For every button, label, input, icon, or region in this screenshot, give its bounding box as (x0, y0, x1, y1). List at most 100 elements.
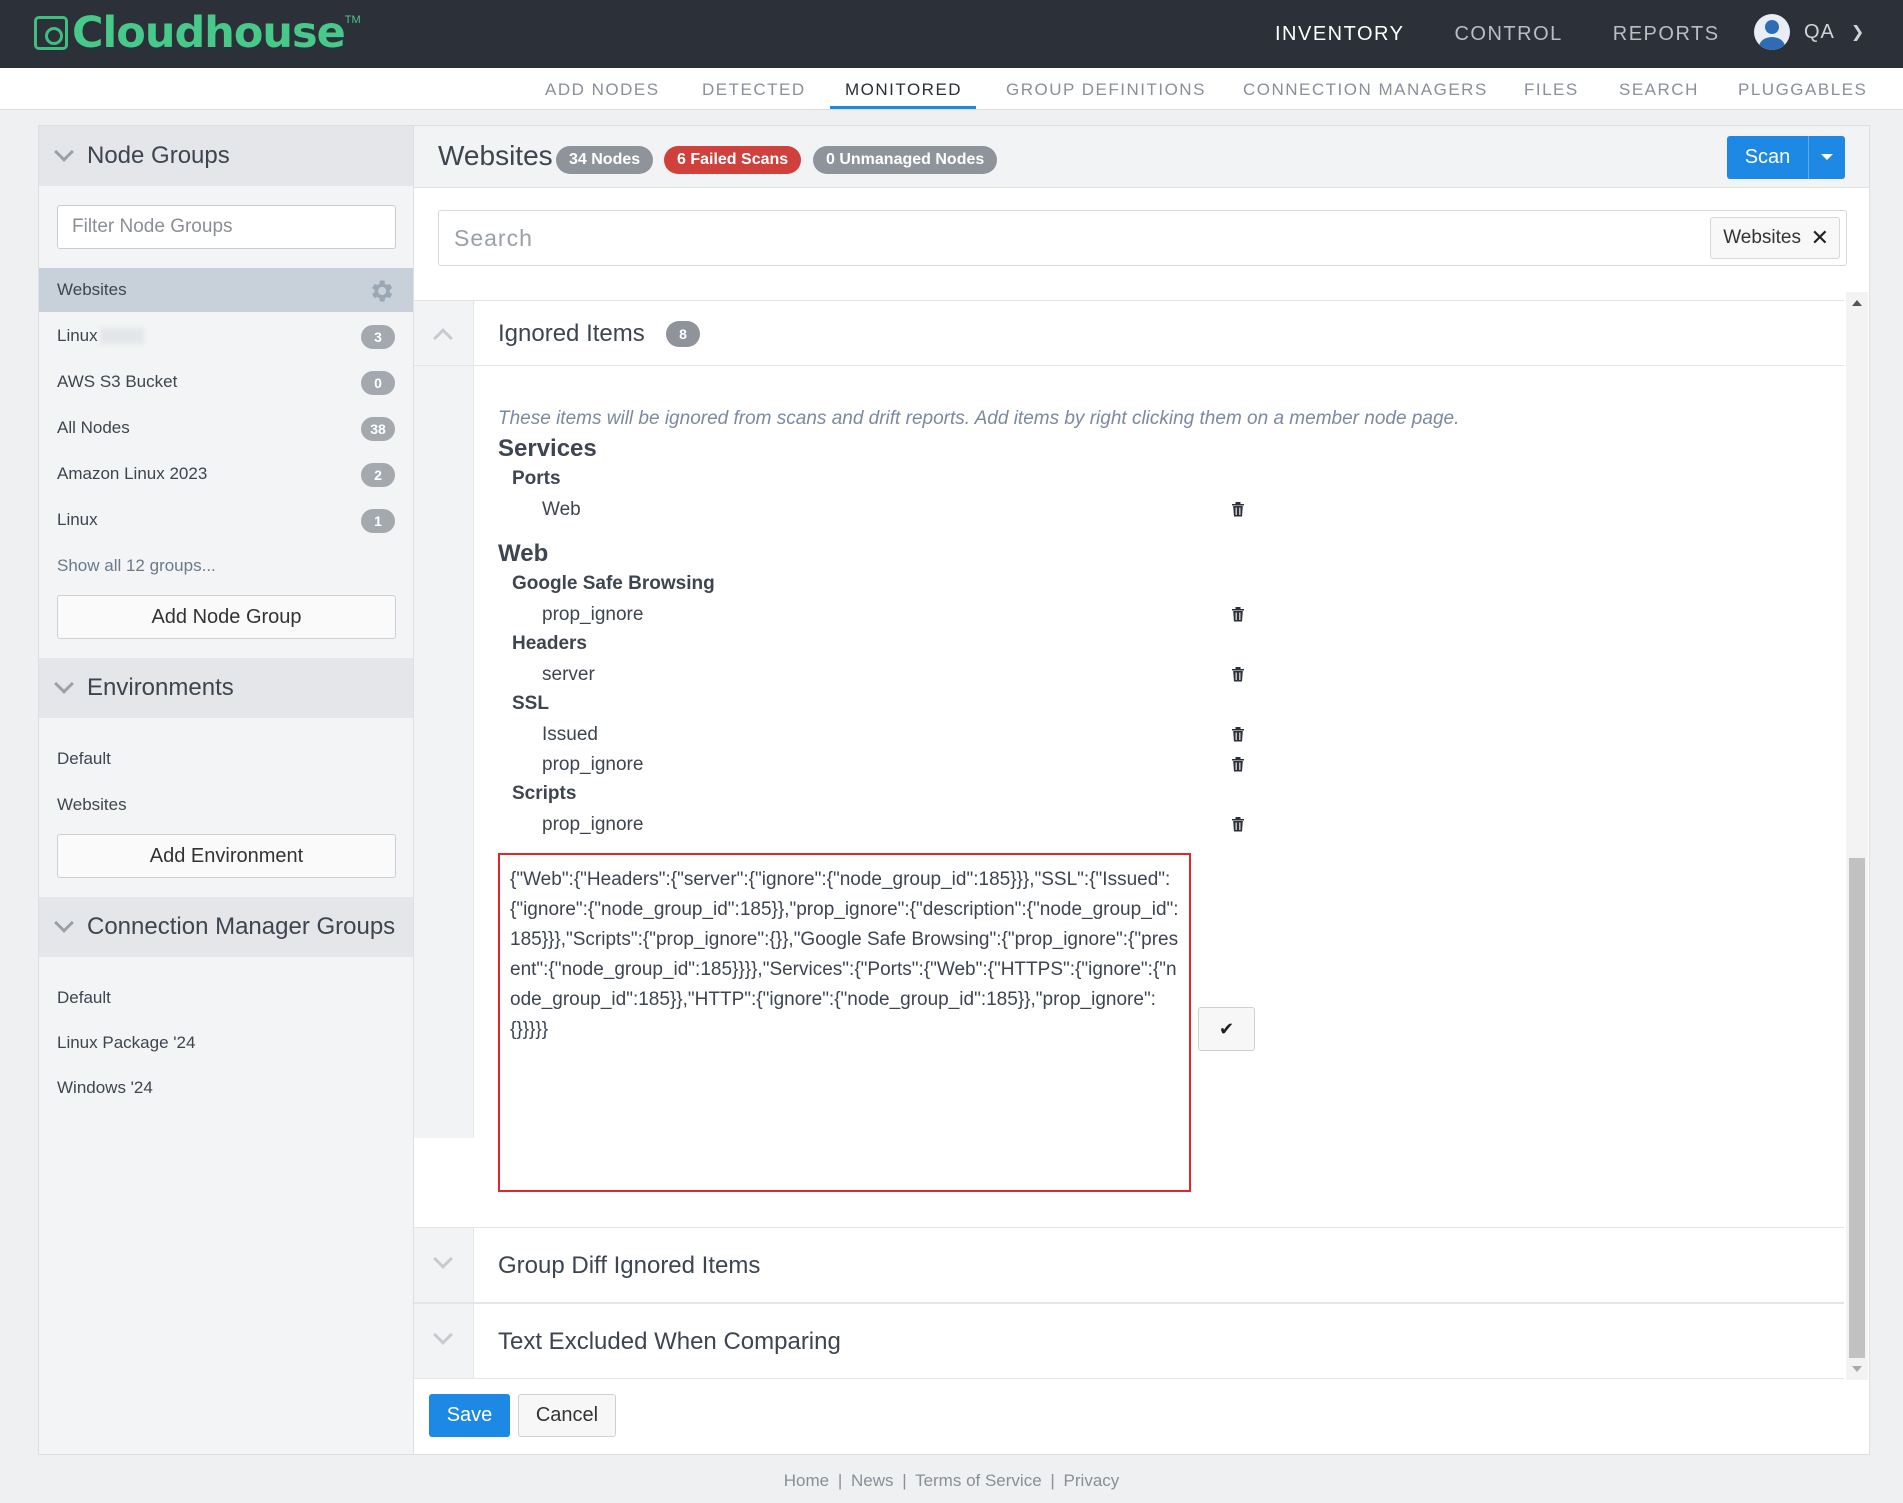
node-group-aws-s3-bucket[interactable]: AWS S3 Bucket 0 (39, 360, 413, 404)
trash-icon[interactable] (1231, 501, 1245, 517)
trash-icon[interactable] (1231, 666, 1245, 682)
nav-reports[interactable]: REPORTS (1613, 23, 1720, 46)
subnav-files[interactable]: FILES (1524, 80, 1579, 100)
trash-icon[interactable] (1231, 606, 1245, 622)
search-input[interactable] (440, 212, 1640, 264)
unmanaged-nodes-badge[interactable]: 0 Unmanaged Nodes (813, 146, 998, 174)
ignored-item-issued[interactable]: Issued (542, 724, 598, 746)
node-group-all-nodes[interactable]: All Nodes 38 (39, 406, 413, 450)
ignored-item-prop-ignore[interactable]: prop_ignore (542, 754, 643, 776)
ignored-items-header[interactable]: Ignored Items 8 (414, 300, 1844, 366)
node-group-label: Websites (57, 280, 127, 299)
filter-node-groups-input[interactable] (57, 205, 396, 249)
subnav-pluggables[interactable]: PLUGGABLES (1738, 80, 1867, 100)
node-count-badge: 2 (361, 463, 395, 487)
subnav-monitored[interactable]: MONITORED (845, 80, 962, 100)
search-filter-tag-label: Websites (1723, 227, 1801, 248)
subnav-detected[interactable]: DETECTED (702, 80, 806, 100)
ignored-item-prop-ignore[interactable]: prop_ignore (542, 814, 643, 836)
node-count-badge: 38 (361, 417, 395, 441)
ignored-item-web[interactable]: Web (542, 499, 581, 521)
cloudhouse-logo[interactable]: Cloudhouse TM (34, 8, 361, 58)
node-count-badge: 3 (361, 325, 395, 349)
subnav-connection-managers[interactable]: CONNECTION MANAGERS (1243, 80, 1488, 100)
active-tab-underline (830, 106, 976, 109)
accordion-toggle[interactable] (414, 1304, 474, 1378)
vertical-scrollbar[interactable] (1846, 292, 1868, 1380)
gear-icon[interactable] (367, 277, 395, 305)
node-group-linux-2[interactable]: Linux 1 (39, 498, 413, 542)
subcategory-headers: Headers (512, 633, 587, 654)
group-diff-ignored-items-header[interactable]: Group Diff Ignored Items (414, 1227, 1844, 1303)
text-excluded-header[interactable]: Text Excluded When Comparing (414, 1303, 1844, 1379)
add-node-group-button[interactable]: Add Node Group (57, 595, 396, 639)
chevron-down-icon (433, 1325, 453, 1345)
main-panel: Websites 34 Nodes 6 Failed Scans 0 Unman… (414, 125, 1870, 1455)
footer-link-terms[interactable]: Terms of Service (915, 1471, 1042, 1490)
chevron-down-icon (54, 913, 74, 933)
trash-icon[interactable] (1231, 816, 1245, 832)
subnav-search[interactable]: SEARCH (1619, 80, 1699, 100)
trash-icon[interactable] (1231, 726, 1245, 742)
subnav-add-nodes[interactable]: ADD NODES (545, 80, 660, 100)
accordion-toggle[interactable] (414, 1228, 474, 1302)
cm-group-item-default[interactable]: Default (57, 988, 111, 1008)
user-menu[interactable]: QA ❯ (1754, 12, 1864, 52)
form-actions: Save Cancel (414, 1380, 1869, 1454)
node-group-label: Linux (57, 510, 98, 529)
footer-separator: | (837, 1471, 843, 1490)
environment-item-default[interactable]: Default (57, 749, 111, 769)
scan-dropdown-toggle[interactable] (1809, 136, 1845, 179)
main-header: Websites 34 Nodes 6 Failed Scans 0 Unman… (414, 126, 1869, 188)
footer-link-news[interactable]: News (851, 1471, 894, 1490)
ignored-items-json-editor[interactable]: {"Web":{"Headers":{"server":{"ignore":{"… (498, 853, 1191, 1192)
footer-link-privacy[interactable]: Privacy (1064, 1471, 1120, 1490)
ignored-items-hint-text: These items will be ignored from scans a… (498, 408, 1460, 429)
subcategory-ports: Ports (512, 468, 561, 489)
confirm-json-button[interactable]: ✔ (1198, 1007, 1255, 1051)
nav-control[interactable]: CONTROL (1454, 23, 1562, 46)
node-group-amazon-linux-2023[interactable]: Amazon Linux 2023 2 (39, 452, 413, 496)
accordion-toggle[interactable] (414, 301, 474, 365)
ignored-items-title: Ignored Items (498, 320, 645, 347)
save-button[interactable]: Save (429, 1394, 510, 1437)
add-environment-button[interactable]: Add Environment (57, 834, 396, 878)
connection-manager-groups-header[interactable]: Connection Manager Groups (39, 897, 413, 957)
nav-inventory[interactable]: INVENTORY (1275, 23, 1404, 46)
category-services: Services (498, 435, 597, 462)
trash-icon[interactable] (1231, 756, 1245, 772)
environment-item-websites[interactable]: Websites (57, 795, 127, 815)
node-groups-title: Node Groups (87, 142, 230, 169)
user-name: QA (1804, 20, 1835, 43)
subcategory-ssl: SSL (512, 693, 549, 714)
cm-group-item-windows-24[interactable]: Windows '24 (57, 1078, 153, 1098)
close-icon[interactable]: ✕ (1811, 218, 1829, 258)
failed-scans-badge[interactable]: 6 Failed Scans (664, 146, 802, 174)
text-excluded-title: Text Excluded When Comparing (498, 1328, 841, 1355)
footer-link-home[interactable]: Home (784, 1471, 829, 1490)
nodes-count-badge[interactable]: 34 Nodes (556, 146, 654, 174)
scrollbar-thumb[interactable] (1849, 858, 1865, 1358)
accordion-gutter (414, 366, 474, 1138)
scroll-down-arrow[interactable] (1852, 1366, 1862, 1372)
scroll-up-arrow[interactable] (1852, 300, 1862, 306)
cm-group-item-linux-package-24[interactable]: Linux Package '24 (57, 1033, 195, 1053)
node-count-badge: 1 (361, 509, 395, 533)
group-diff-ignored-items-title: Group Diff Ignored Items (498, 1252, 761, 1279)
show-all-groups-link[interactable]: Show all 12 groups... (57, 556, 216, 576)
chevron-down-icon: ❯ (1850, 24, 1865, 41)
node-group-linux[interactable]: Linux 3 (39, 314, 413, 358)
logo-text: Cloudhouse (72, 8, 346, 58)
node-groups-header[interactable]: Node Groups (39, 126, 413, 186)
environments-header[interactable]: Environments (39, 658, 413, 718)
node-group-websites[interactable]: Websites (39, 268, 413, 312)
user-avatar-icon (1754, 14, 1790, 50)
ignored-item-server[interactable]: server (542, 664, 595, 686)
search-filter-tag: Websites ✕ (1710, 217, 1840, 259)
scan-button[interactable]: Scan (1727, 136, 1809, 179)
subnav-group-definitions[interactable]: GROUP DEFINITIONS (1006, 80, 1206, 100)
cancel-button[interactable]: Cancel (518, 1394, 616, 1437)
subcategory-scripts: Scripts (512, 783, 577, 804)
page-footer: Home | News | Terms of Service | Privacy (0, 1471, 1903, 1491)
ignored-item-prop-ignore[interactable]: prop_ignore (542, 604, 643, 626)
